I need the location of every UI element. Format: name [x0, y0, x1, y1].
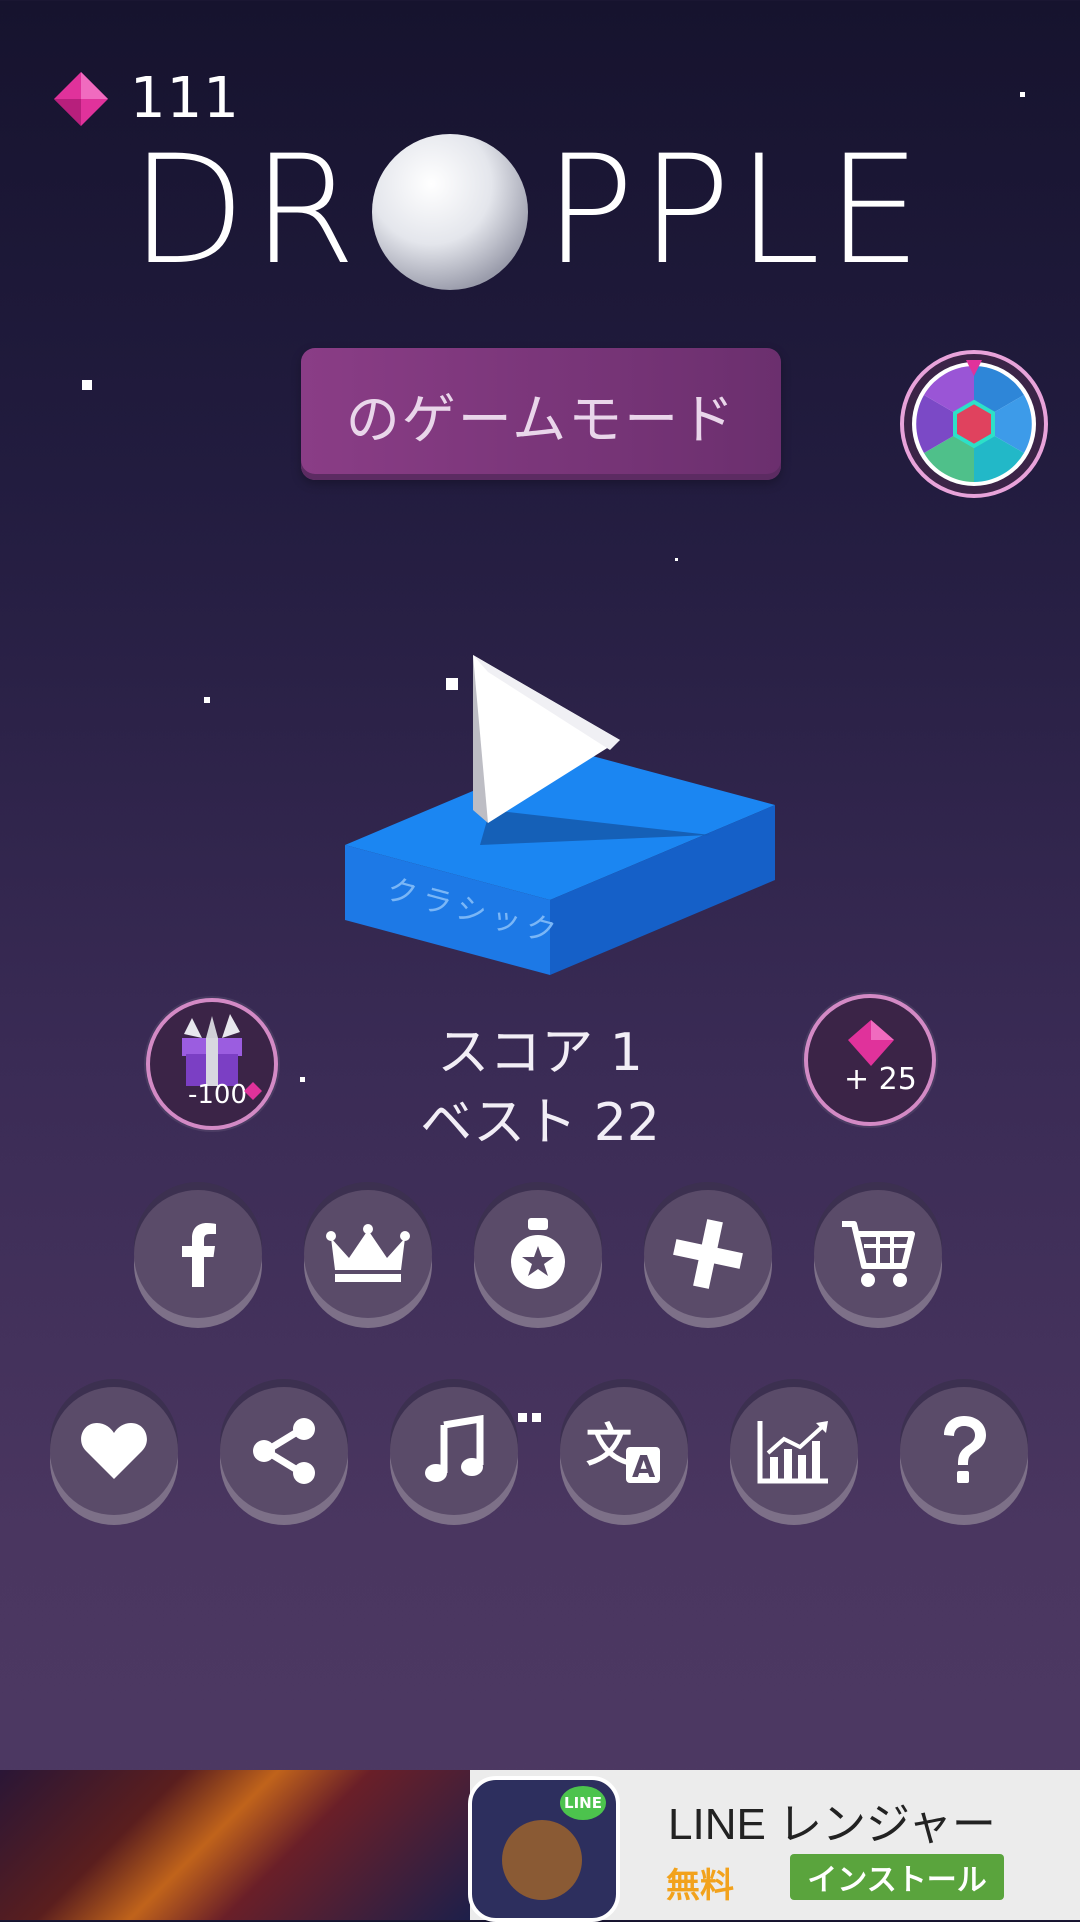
star [518, 1413, 527, 1422]
gem-icon [848, 1020, 894, 1066]
svg-text:文: 文 [586, 1418, 632, 1472]
leaderboard-button[interactable] [304, 1190, 432, 1318]
gem-count: 111 [130, 66, 240, 131]
play-button[interactable]: クラシック [330, 640, 790, 990]
current-score: スコア 1 [437, 1023, 643, 1083]
bear-character [502, 1820, 582, 1900]
achievements-button[interactable] [474, 1190, 602, 1318]
star [300, 1077, 305, 1082]
game-mode-button[interactable]: のゲームモード [301, 348, 781, 480]
line-badge: LINE [560, 1786, 606, 1820]
language-button[interactable]: 文 A [560, 1387, 688, 1515]
share-icon [253, 1418, 315, 1484]
help-icon [944, 1416, 986, 1483]
star [82, 380, 92, 390]
remove-ads-button[interactable] [644, 1190, 772, 1318]
crown-icon [326, 1224, 410, 1282]
facebook-button[interactable] [134, 1190, 262, 1318]
music-button[interactable] [390, 1387, 518, 1515]
ad-install-button[interactable]: インストール [790, 1854, 1004, 1900]
star [675, 558, 678, 561]
facebook-icon [182, 1223, 216, 1287]
medal-icon [511, 1218, 565, 1289]
ad-price: 無料 [666, 1866, 734, 1906]
logo-text-right: PPLE [544, 130, 927, 298]
heart-icon [81, 1423, 147, 1479]
star [204, 697, 210, 703]
spin-wheel-button[interactable] [900, 350, 1048, 498]
gift-cost: -100 [188, 1080, 248, 1110]
music-icon [425, 1415, 484, 1482]
help-button[interactable] [900, 1387, 1028, 1515]
gift-icon [182, 1014, 242, 1086]
star [532, 1413, 541, 1422]
stats-icon [757, 1421, 828, 1484]
game-logo: DR PPLE [0, 130, 1080, 300]
logo-ball [372, 134, 528, 290]
cart-icon [842, 1221, 915, 1287]
gem-icon [54, 71, 108, 126]
best-score: ベスト 22 [420, 1093, 660, 1153]
ad-app-icon: LINE [468, 1776, 620, 1922]
share-button[interactable] [220, 1387, 348, 1515]
gift-button[interactable]: -100 [146, 998, 278, 1130]
logo-text-left: DR [130, 130, 362, 298]
ad-artwork [0, 1770, 470, 1920]
prize-wheel-icon [900, 350, 1048, 498]
shop-button[interactable] [814, 1190, 942, 1318]
language-icon: 文 A [586, 1418, 660, 1485]
ad-banner[interactable]: LINE LINE レンジャー 無料 インストール [0, 1770, 1080, 1922]
gem-bonus-amount: + 25 [844, 1062, 917, 1097]
star [1020, 92, 1025, 97]
ad-title: LINE レンジャー [668, 1800, 996, 1849]
stats-button[interactable] [730, 1387, 858, 1515]
rate-button[interactable] [50, 1387, 178, 1515]
remove-ads-icon [673, 1219, 743, 1289]
gem-icon [244, 1082, 262, 1100]
gem-counter: 111 [52, 66, 240, 131]
free-gems-button[interactable]: + 25 [804, 994, 936, 1126]
svg-text:A: A [632, 1450, 656, 1485]
